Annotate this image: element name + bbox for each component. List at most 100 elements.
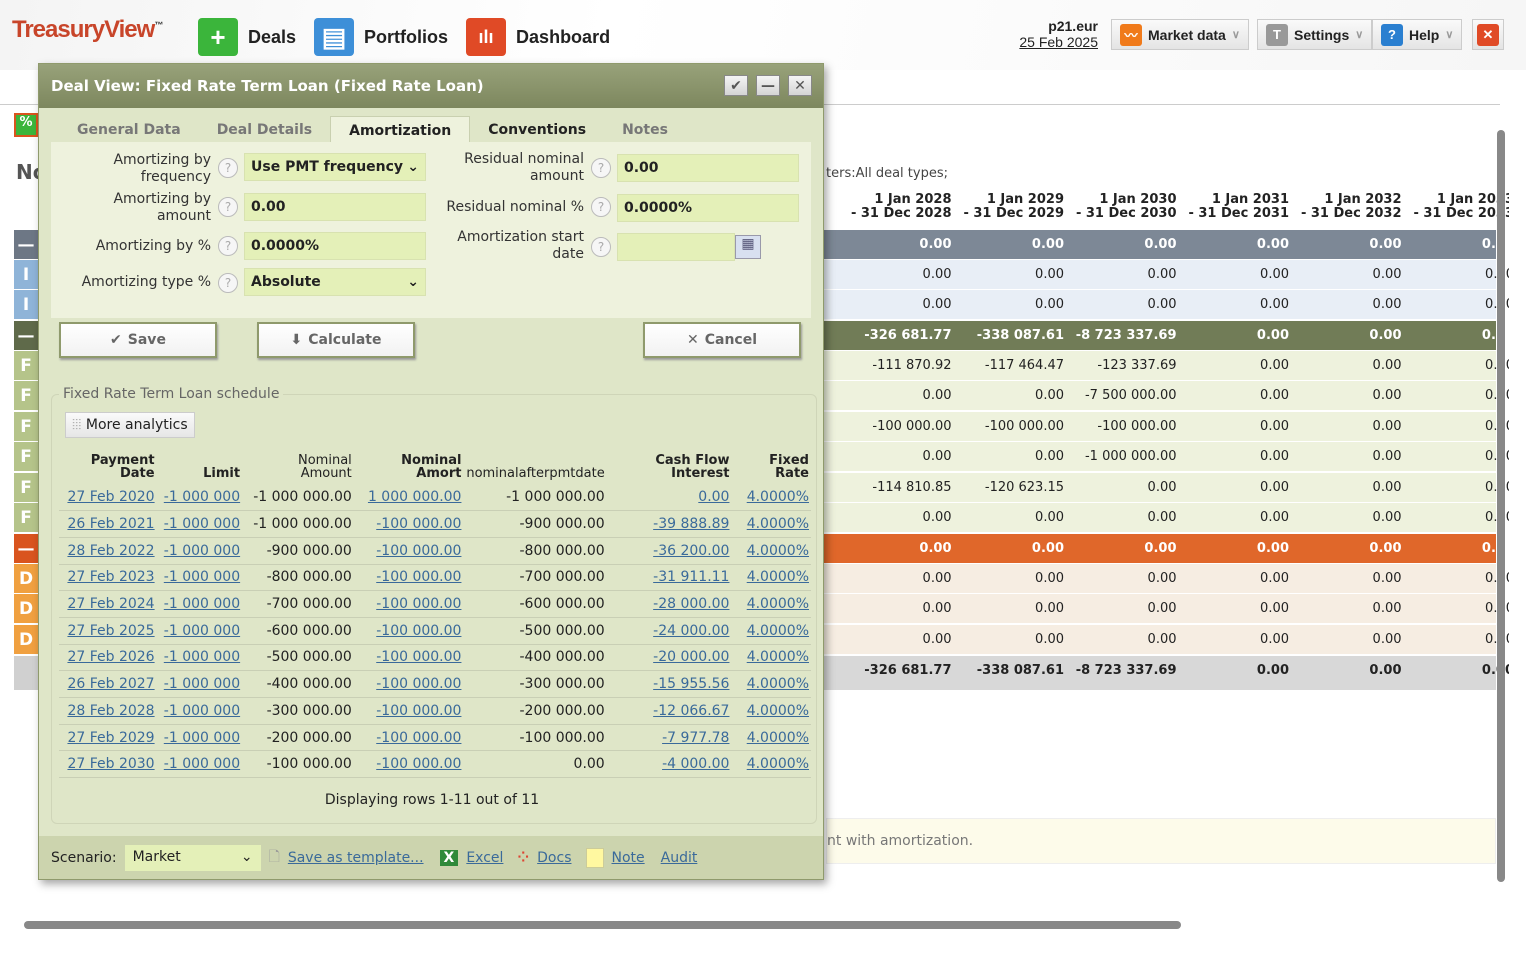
note-link[interactable]: Note — [612, 850, 645, 866]
schedule-link[interactable]: -1 000 000 — [164, 649, 240, 665]
schedule-link[interactable]: -4 000.00 — [662, 756, 729, 772]
close-icon[interactable]: ✕ — [788, 75, 812, 96]
valuation-date-link[interactable]: 25 Feb 2025 — [1019, 34, 1098, 50]
nav-deals[interactable]: Deals — [248, 27, 296, 48]
row-type-marker[interactable]: D — [14, 594, 38, 623]
cancel-button[interactable]: ✕ Cancel — [643, 322, 801, 358]
schedule-link[interactable]: -1 000 000 — [164, 596, 240, 612]
help-icon[interactable]: ? — [218, 236, 238, 256]
schedule-link[interactable]: -100 000.00 — [376, 649, 461, 665]
calculate-button[interactable]: ⬇ Calculate — [257, 322, 415, 358]
row-type-marker[interactable] — [14, 656, 38, 690]
schedule-link[interactable]: -24 000.00 — [653, 623, 729, 639]
amort-freq-select[interactable]: Use PMT frequency ⌄ — [244, 153, 426, 181]
schedule-link[interactable]: 4.0000% — [747, 516, 809, 532]
market-data-button[interactable]: 〰 Market data ∨ — [1111, 19, 1249, 50]
scenario-select[interactable]: Market ⌄ — [124, 844, 261, 871]
schedule-link[interactable]: 26 Feb 2027 — [67, 676, 154, 692]
save-as-template-link[interactable]: Save as template... — [288, 850, 424, 866]
calendar-icon[interactable]: ▦ — [735, 235, 761, 259]
schedule-link[interactable]: -28 000.00 — [653, 596, 729, 612]
schedule-link[interactable]: -1 000 000 — [164, 569, 240, 585]
docs-link[interactable]: Docs — [537, 850, 571, 866]
schedule-link[interactable]: -20 000.00 — [653, 649, 729, 665]
row-type-marker[interactable]: F — [14, 473, 38, 502]
percent-icon[interactable]: % — [14, 113, 38, 137]
resid-amount-input[interactable]: 0.00 — [617, 154, 799, 182]
row-type-marker[interactable]: — — [14, 230, 38, 259]
schedule-link[interactable]: -100 000.00 — [376, 756, 461, 772]
schedule-link[interactable]: -1 000 000 — [164, 730, 240, 746]
row-type-marker[interactable]: — — [14, 534, 38, 563]
logout-button[interactable]: ✕ — [1472, 19, 1504, 50]
schedule-link[interactable]: -1 000 000 — [164, 543, 240, 559]
help-icon[interactable]: ? — [591, 237, 611, 257]
schedule-link[interactable]: 27 Feb 2024 — [67, 596, 154, 612]
excel-link[interactable]: Excel — [466, 850, 503, 866]
schedule-link[interactable]: 27 Feb 2025 — [67, 623, 154, 639]
row-type-marker[interactable]: F — [14, 381, 38, 410]
start-date-input[interactable] — [617, 233, 735, 261]
schedule-link[interactable]: -1 000 000 — [164, 489, 240, 505]
amort-type-select[interactable]: Absolute ⌄ — [244, 268, 426, 296]
schedule-link[interactable]: -100 000.00 — [376, 703, 461, 719]
row-type-marker[interactable]: D — [14, 564, 38, 593]
horizontal-scrollbar[interactable] — [24, 921, 1181, 929]
row-type-marker[interactable]: F — [14, 442, 38, 471]
row-type-marker[interactable]: I — [14, 260, 38, 289]
schedule-link[interactable]: -15 955.56 — [653, 676, 729, 692]
help-icon[interactable]: ? — [218, 197, 238, 217]
amort-amount-input[interactable]: 0.00 — [244, 193, 426, 221]
schedule-link[interactable]: -31 911.11 — [653, 569, 729, 585]
schedule-link[interactable]: 27 Feb 2026 — [67, 649, 154, 665]
schedule-link[interactable]: 0.00 — [698, 489, 729, 505]
schedule-link[interactable]: 4.0000% — [747, 730, 809, 746]
schedule-link[interactable]: -100 000.00 — [376, 543, 461, 559]
help-icon[interactable]: ? — [591, 197, 611, 217]
schedule-link[interactable]: 4.0000% — [747, 543, 809, 559]
check-icon[interactable]: ✔ — [724, 75, 748, 96]
schedule-link[interactable]: 28 Feb 2028 — [67, 703, 154, 719]
help-icon[interactable]: ? — [591, 158, 611, 178]
save-button[interactable]: ✔ Save — [59, 322, 217, 358]
settings-button[interactable]: T Settings ∨ — [1257, 19, 1373, 50]
schedule-link[interactable]: -1 000 000 — [164, 756, 240, 772]
schedule-link[interactable]: -36 200.00 — [653, 543, 729, 559]
schedule-link[interactable]: 27 Feb 2030 — [67, 756, 154, 772]
schedule-link[interactable]: -1 000 000 — [164, 516, 240, 532]
help-icon[interactable]: ? — [218, 273, 238, 293]
schedule-link[interactable]: 28 Feb 2022 — [67, 543, 154, 559]
schedule-link[interactable]: -100 000.00 — [376, 676, 461, 692]
schedule-link[interactable]: 4.0000% — [747, 489, 809, 505]
schedule-link[interactable]: -100 000.00 — [376, 596, 461, 612]
treasuryview-logo[interactable]: TreasuryView™ — [12, 16, 163, 44]
schedule-link[interactable]: -1 000 000 — [164, 676, 240, 692]
schedule-link[interactable]: 4.0000% — [747, 703, 809, 719]
schedule-link[interactable]: -7 977.78 — [662, 730, 729, 746]
row-type-marker[interactable]: — — [14, 321, 38, 350]
row-type-marker[interactable]: F — [14, 412, 38, 441]
plus-icon[interactable]: + — [198, 18, 238, 56]
schedule-link[interactable]: 4.0000% — [747, 596, 809, 612]
schedule-link[interactable]: -100 000.00 — [376, 516, 461, 532]
vertical-scrollbar[interactable] — [1497, 130, 1505, 882]
schedule-link[interactable]: -1 000 000 — [164, 703, 240, 719]
audit-link[interactable]: Audit — [661, 850, 698, 866]
schedule-link[interactable]: -100 000.00 — [376, 623, 461, 639]
schedule-link[interactable]: -100 000.00 — [376, 730, 461, 746]
chart-icon[interactable]: ılı — [466, 18, 507, 56]
schedule-link[interactable]: -12 066.67 — [653, 703, 729, 719]
minimize-icon[interactable]: — — [756, 75, 780, 96]
schedule-link[interactable]: 4.0000% — [747, 623, 809, 639]
resid-pct-input[interactable]: 0.0000% — [617, 194, 799, 222]
schedule-link[interactable]: 4.0000% — [747, 569, 809, 585]
row-type-marker[interactable]: D — [14, 625, 38, 654]
row-type-marker[interactable]: F — [14, 351, 38, 380]
schedule-link[interactable]: 27 Feb 2029 — [67, 730, 154, 746]
row-type-marker[interactable]: F — [14, 503, 38, 532]
schedule-link[interactable]: 4.0000% — [747, 756, 809, 772]
schedule-link[interactable]: 26 Feb 2021 — [67, 516, 154, 532]
schedule-link[interactable]: 1 000 000.00 — [368, 489, 462, 505]
schedule-link[interactable]: 27 Feb 2023 — [67, 569, 154, 585]
clipboard-icon[interactable]: ▤ — [314, 18, 355, 56]
